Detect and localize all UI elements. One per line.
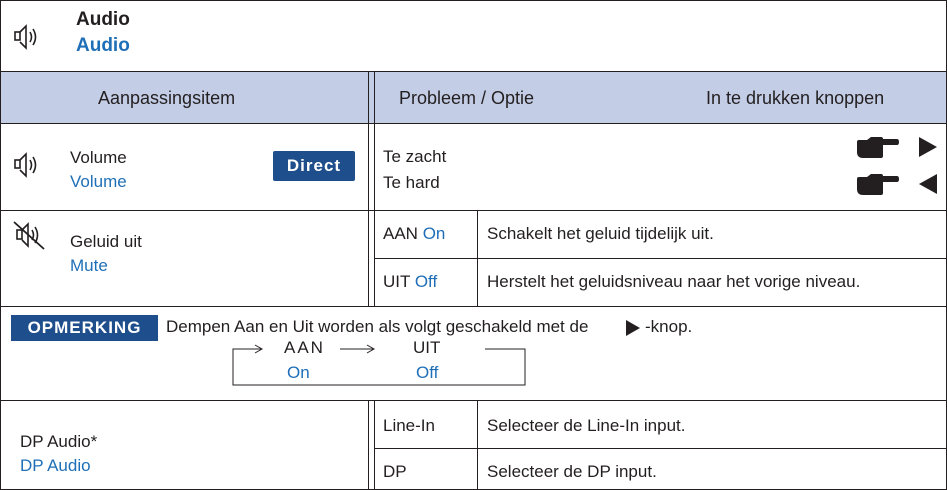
cycle-on-label: AAN [284, 338, 325, 357]
volume-label: Volume [70, 148, 127, 167]
dp-audio-label: DP Audio* [20, 432, 98, 451]
pointing-hand-icon [857, 137, 899, 158]
triangle-right-icon [919, 137, 937, 157]
volume-label-translation: Volume [70, 172, 127, 191]
volume-option-quiet: Te zacht [383, 147, 447, 166]
triangle-left-icon [919, 174, 937, 194]
header-buttons: In te drukken knoppen [706, 88, 885, 108]
speaker-icon [14, 24, 37, 50]
header-problem-option: Probleem / Optie [399, 88, 535, 108]
mute-description-on: Schakelt het geluid tijdelijk uit. [487, 224, 714, 243]
cycle-on-translation: On [287, 363, 310, 382]
note-text-before: Dempen Aan en Uit worden als volgt gesch… [166, 317, 589, 336]
dp-option-line-in: Line-In [383, 416, 435, 435]
mute-option-off: UIT Off [383, 272, 438, 291]
triangle-right-icon [626, 320, 640, 336]
direct-badge: Direct [273, 151, 355, 181]
toggle-cycle-diagram [232, 344, 526, 386]
mute-option-on: AAN On [383, 224, 446, 243]
header-adjustment-item: Aanpassingsitem [98, 88, 236, 108]
mute-description-off: Herstelt het geluidsniveau naar het vori… [487, 272, 861, 291]
dp-audio-label-translation: DP Audio [20, 456, 91, 475]
volume-option-loud: Te hard [383, 173, 440, 192]
mute-label: Geluid uit [70, 232, 142, 251]
note-badge: OPMERKING [11, 315, 158, 341]
note-text-after: -knop. [645, 317, 693, 336]
mute-speaker-icon [13, 221, 45, 250]
pointing-hand-icon [857, 174, 899, 195]
section-title: Audio [76, 9, 130, 30]
mute-label-translation: Mute [70, 256, 108, 275]
dp-option-dp: DP [383, 462, 407, 481]
dp-description-dp: Selecteer de DP input. [487, 462, 657, 481]
cycle-off-label: UIT [413, 338, 441, 357]
speaker-icon [14, 152, 37, 178]
section-title-translation: Audio [76, 35, 130, 56]
cycle-off-translation: Off [416, 363, 439, 382]
dp-description-line-in: Selecteer de Line-In input. [487, 416, 686, 435]
